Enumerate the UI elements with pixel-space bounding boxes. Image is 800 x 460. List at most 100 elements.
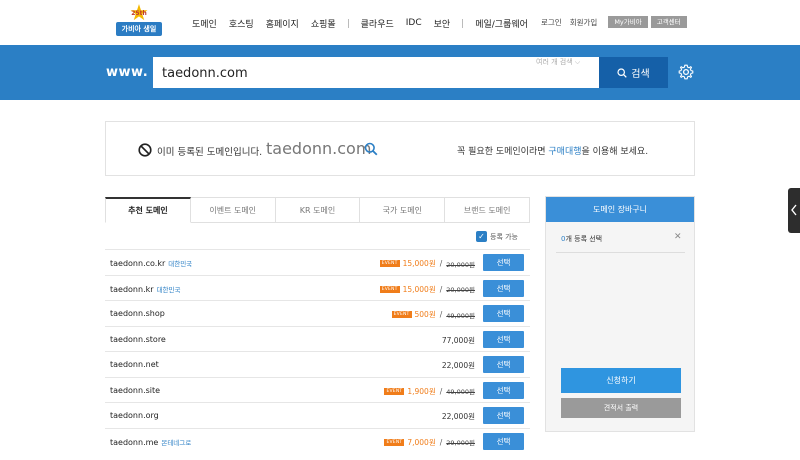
login-link[interactable]: 로그인 xyxy=(541,17,562,28)
domain-name-text: taedonn.me xyxy=(110,437,159,447)
side-panel-toggle[interactable] xyxy=(788,188,800,233)
domain-row: taedonn.net 22,000원 선택 xyxy=(105,351,530,377)
select-button[interactable]: 선택 xyxy=(483,356,524,373)
select-button[interactable]: 선택 xyxy=(483,330,524,348)
sale-price: 15,000원 xyxy=(402,284,436,294)
domain-row: taedonn.co.kr 대한민국 EVENT 15,000원/20,000원 선택 xyxy=(105,249,530,275)
close-icon[interactable]: ✕ xyxy=(674,232,682,242)
domain-row: taedonn.me 몬테네그로 EVENT 7,000원/29,000원 선택 xyxy=(105,427,530,454)
checkbox-checked-icon[interactable]: ✓ xyxy=(476,231,487,242)
price-separator: / xyxy=(439,386,443,396)
price-separator: / xyxy=(439,284,443,294)
tab-kr[interactable]: KR 도메인 xyxy=(275,197,361,223)
top-header: ★ 25th 가비아 생일 도메인 호스팅 홈페이지 쇼핑몰 클라우드 IDC … xyxy=(0,0,800,45)
select-button[interactable]: 선택 xyxy=(483,381,524,399)
domain-name: taedonn.store xyxy=(110,335,166,344)
domain-row: taedonn.kr 대한민국 EVENT 15,000원/20,000원 선택 xyxy=(105,274,530,301)
event-badge: EVENT xyxy=(391,311,412,318)
search-band: www. 검색 xyxy=(0,45,800,100)
notice-right-pre: 꼭 필요한 도메인이라면 xyxy=(457,147,549,157)
select-button[interactable]: 선택 xyxy=(483,279,524,297)
nav-security[interactable]: 보안 xyxy=(434,17,451,30)
logo-badge: 25th xyxy=(131,10,147,17)
regular-price: 22,000원 xyxy=(441,412,475,421)
magnifier-icon[interactable] xyxy=(364,142,378,156)
domain-row: taedonn.org 22,000원 선택 xyxy=(105,402,530,428)
tab-brand[interactable]: 브랜드 도메인 xyxy=(445,197,530,223)
event-badge: EVENT xyxy=(384,387,405,395)
support-button[interactable]: 고객센터 xyxy=(650,16,687,28)
cart-title: 도메인 장바구니 xyxy=(546,197,694,222)
regular-price: 77,000원 xyxy=(441,335,475,345)
cart-divider xyxy=(556,252,685,253)
domain-price: 22,000원 xyxy=(442,411,475,422)
domain-name-text: taedonn.kr xyxy=(110,284,154,294)
chevron-left-icon xyxy=(791,204,797,216)
nav-cloud[interactable]: 클라우드 xyxy=(361,17,394,30)
utility-nav: 로그인 회원가입 My가비아 고객센터 xyxy=(541,16,687,28)
nav-idc[interactable]: IDC xyxy=(406,18,422,28)
gear-icon[interactable] xyxy=(678,64,694,80)
domain-tabs: 추천 도메인 이벤트 도메인 KR 도메인 국가 도메인 브랜드 도메인 xyxy=(105,197,530,223)
notice-domain: taedonn.com xyxy=(266,139,372,158)
event-badge: EVENT xyxy=(379,260,400,267)
main-nav: 도메인 호스팅 홈페이지 쇼핑몰 클라우드 IDC 보안 메일/그룹웨어 xyxy=(192,17,540,30)
select-button[interactable]: 선택 xyxy=(483,254,524,271)
logo[interactable]: ★ 25th 가비아 생일 xyxy=(116,3,162,40)
select-button[interactable]: 선택 xyxy=(483,305,524,322)
cart-count-label: 개 등록 선택 xyxy=(565,235,603,243)
original-price: 29,000원 xyxy=(446,439,475,447)
domain-price: EVENT 500원/49,000원 xyxy=(391,309,475,320)
tab-event[interactable]: 이벤트 도메인 xyxy=(190,197,276,223)
sale-price: 15,000원 xyxy=(402,259,436,268)
apply-button[interactable]: 신청하기 xyxy=(561,368,681,393)
domain-price: 22,000원 xyxy=(442,360,475,371)
registered-notice: 이미 등록된 도메인입니다. taedonn.com 꼭 필요한 도메인이라면 … xyxy=(105,121,695,176)
available-only-label: 등록 가능 xyxy=(490,232,518,241)
multi-search-toggle[interactable]: 여러 개 검색 ⌵ xyxy=(536,57,580,67)
domain-name-text: taedonn.net xyxy=(110,360,159,369)
tab-country[interactable]: 국가 도메인 xyxy=(360,197,446,223)
ban-icon xyxy=(138,143,152,157)
available-only-filter[interactable]: ✓ 등록 가능 xyxy=(476,231,518,242)
notice-right-post: 을 이용해 보세요. xyxy=(581,147,649,157)
select-button[interactable]: 선택 xyxy=(483,432,524,450)
my-gabia-button[interactable]: My가비아 xyxy=(608,16,648,28)
domain-region: 대한민국 xyxy=(168,260,193,268)
domain-search-input[interactable] xyxy=(162,63,522,83)
domain-name-text: taedonn.shop xyxy=(110,309,165,318)
sale-price: 1,900원 xyxy=(407,386,436,396)
cart-count: 0개 등록 선택 xyxy=(561,234,602,244)
domain-name: taedonn.shop xyxy=(110,309,165,318)
domain-cart: 도메인 장바구니 0개 등록 선택 ✕ 신청하기 견적서 출력 xyxy=(545,196,695,432)
select-button[interactable]: 선택 xyxy=(483,407,524,424)
domain-row: taedonn.site EVENT 1,900원/49,000원 선택 xyxy=(105,376,530,403)
domain-name: taedonn.org xyxy=(110,411,159,420)
nav-homepage[interactable]: 홈페이지 xyxy=(266,17,299,30)
nav-hosting[interactable]: 호스팅 xyxy=(229,17,254,30)
price-separator: / xyxy=(439,310,443,319)
purchase-agency-link[interactable]: 구매대행 xyxy=(548,147,581,157)
sale-price: 7,000원 xyxy=(407,437,436,447)
search-icon xyxy=(617,67,628,78)
quote-print-button[interactable]: 견적서 출력 xyxy=(561,398,681,418)
domain-region: 대한민국 xyxy=(156,285,181,294)
price-separator: / xyxy=(439,259,443,268)
tab-recommended[interactable]: 추천 도메인 xyxy=(105,197,191,223)
domain-list: taedonn.co.kr 대한민국 EVENT 15,000원/20,000원 선택 t… xyxy=(105,249,530,453)
nav-divider xyxy=(462,18,464,28)
domain-price: 77,000원 xyxy=(442,335,475,346)
domain-region: 몬테네그로 xyxy=(161,438,192,447)
domain-name: taedonn.site xyxy=(110,386,160,395)
domain-name-text: taedonn.site xyxy=(110,385,161,395)
nav-shop[interactable]: 쇼핑몰 xyxy=(311,17,336,30)
search-button[interactable]: 검색 xyxy=(599,57,668,88)
domain-name: taedonn.kr 대한민국 xyxy=(110,284,180,294)
notice-right-text: 꼭 필요한 도메인이라면 구매대행을 이용해 보세요. xyxy=(457,144,648,157)
domain-price: EVENT 15,000원/20,000원 xyxy=(379,284,475,295)
nav-mail[interactable]: 메일/그룹웨어 xyxy=(475,17,528,30)
domain-row: taedonn.store 77,000원 선택 xyxy=(105,325,530,352)
nav-domain[interactable]: 도메인 xyxy=(192,17,217,30)
nav-divider xyxy=(347,18,349,28)
signup-link[interactable]: 회원가입 xyxy=(570,17,598,28)
